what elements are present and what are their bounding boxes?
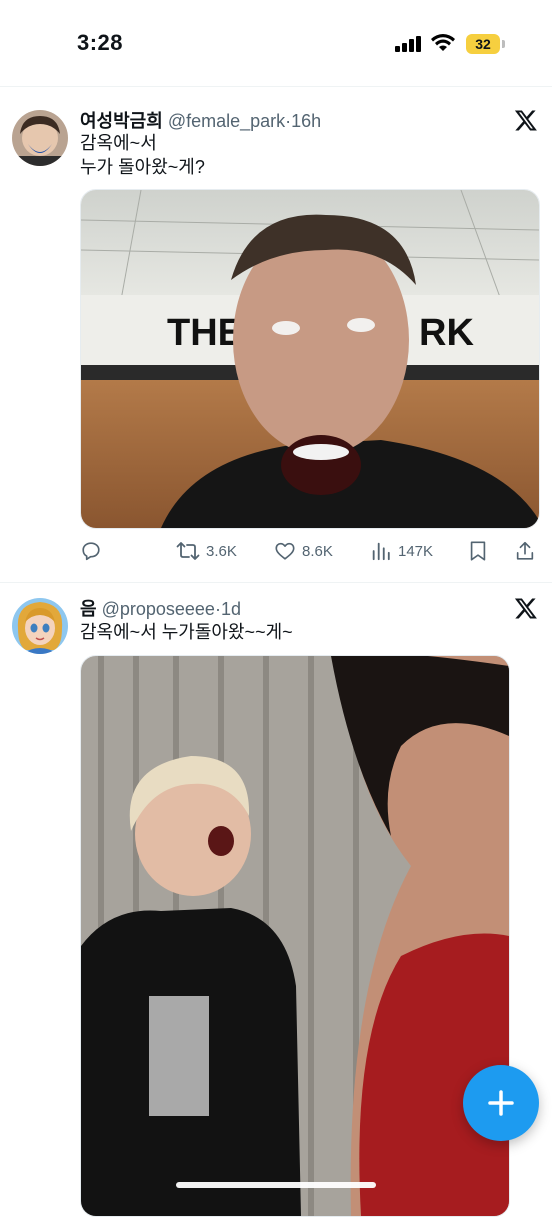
compose-button[interactable]	[463, 1065, 539, 1141]
avatar-image	[12, 598, 68, 654]
tweet-divider	[0, 582, 552, 583]
tweet-media[interactable]: THE RK	[80, 189, 540, 529]
like-icon	[275, 542, 295, 560]
views-count: 147K	[398, 542, 434, 560]
retweet-button[interactable]: 3.6K	[176, 540, 237, 562]
share-icon	[516, 541, 534, 560]
battery-indicator: 32	[466, 34, 500, 54]
compose-plus-icon	[488, 1090, 514, 1116]
tweet-header: 음 @proposeeee·1d	[80, 595, 241, 621]
header-divider	[0, 86, 552, 87]
tweet-header: 여성박금희 @female_park·16h	[80, 107, 321, 133]
avatar-image	[12, 110, 68, 166]
time-ago[interactable]: 16h	[291, 111, 321, 131]
display-name[interactable]: 음	[80, 599, 97, 619]
share-button[interactable]	[514, 540, 536, 562]
x-logo-icon	[514, 110, 537, 131]
bookmark-button[interactable]	[468, 540, 488, 562]
tweet-text: 감옥에~서 누가돌아왔~~게~	[80, 622, 293, 642]
wifi-icon	[431, 34, 455, 51]
retweet-icon	[176, 542, 200, 560]
signal-icon	[395, 36, 421, 52]
media-image	[81, 656, 509, 1216]
tweet-text: 감옥에~서 누가 돌아왔~게?	[80, 133, 205, 177]
handle[interactable]: @proposeeee	[102, 599, 215, 619]
reply-icon	[82, 542, 100, 561]
x-logo-icon	[514, 598, 537, 619]
status-bar: 3:28 32	[0, 0, 552, 86]
handle[interactable]: @female_park	[168, 111, 285, 131]
home-indicator[interactable]	[176, 1182, 376, 1188]
like-count: 8.6K	[302, 542, 333, 560]
reply-button[interactable]	[80, 540, 102, 562]
avatar[interactable]	[12, 110, 68, 166]
tweet-actions: 3.6K 8.6K 147K	[80, 540, 540, 564]
display-name[interactable]: 여성박금희	[80, 111, 163, 131]
status-time: 3:28	[77, 30, 124, 55]
views-icon	[372, 542, 390, 561]
time-ago[interactable]: 1d	[221, 599, 241, 619]
avatar[interactable]	[12, 598, 68, 654]
views-button[interactable]: 147K	[370, 540, 433, 562]
retweet-count: 3.6K	[206, 542, 237, 560]
media-image: THE RK	[81, 190, 539, 528]
bookmark-icon	[470, 541, 486, 561]
tweet-media[interactable]	[80, 655, 510, 1217]
battery-tip	[502, 40, 505, 48]
media-overlay-text-right: RK	[419, 312, 474, 354]
media-overlay-text-left: THE	[167, 312, 243, 354]
like-button[interactable]: 8.6K	[274, 540, 333, 562]
